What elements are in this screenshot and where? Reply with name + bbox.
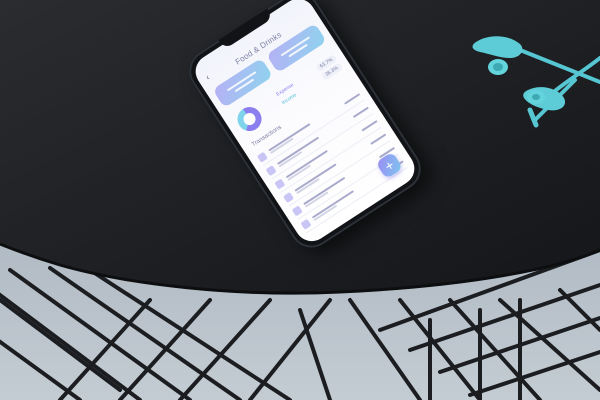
category-icon — [291, 204, 303, 216]
donut-chart — [232, 102, 267, 136]
photo-scene: ‹ Food & Drinks Expense 63.7% Income 36.… — [0, 0, 600, 400]
category-icon — [274, 178, 286, 190]
category-icon — [256, 151, 268, 163]
category-icon — [265, 164, 277, 176]
left-earbud — [472, 36, 523, 75]
category-icon — [300, 218, 312, 230]
chevron-left-icon[interactable]: ‹ — [203, 72, 211, 82]
right-earbud — [523, 87, 566, 128]
category-icon — [282, 191, 294, 203]
